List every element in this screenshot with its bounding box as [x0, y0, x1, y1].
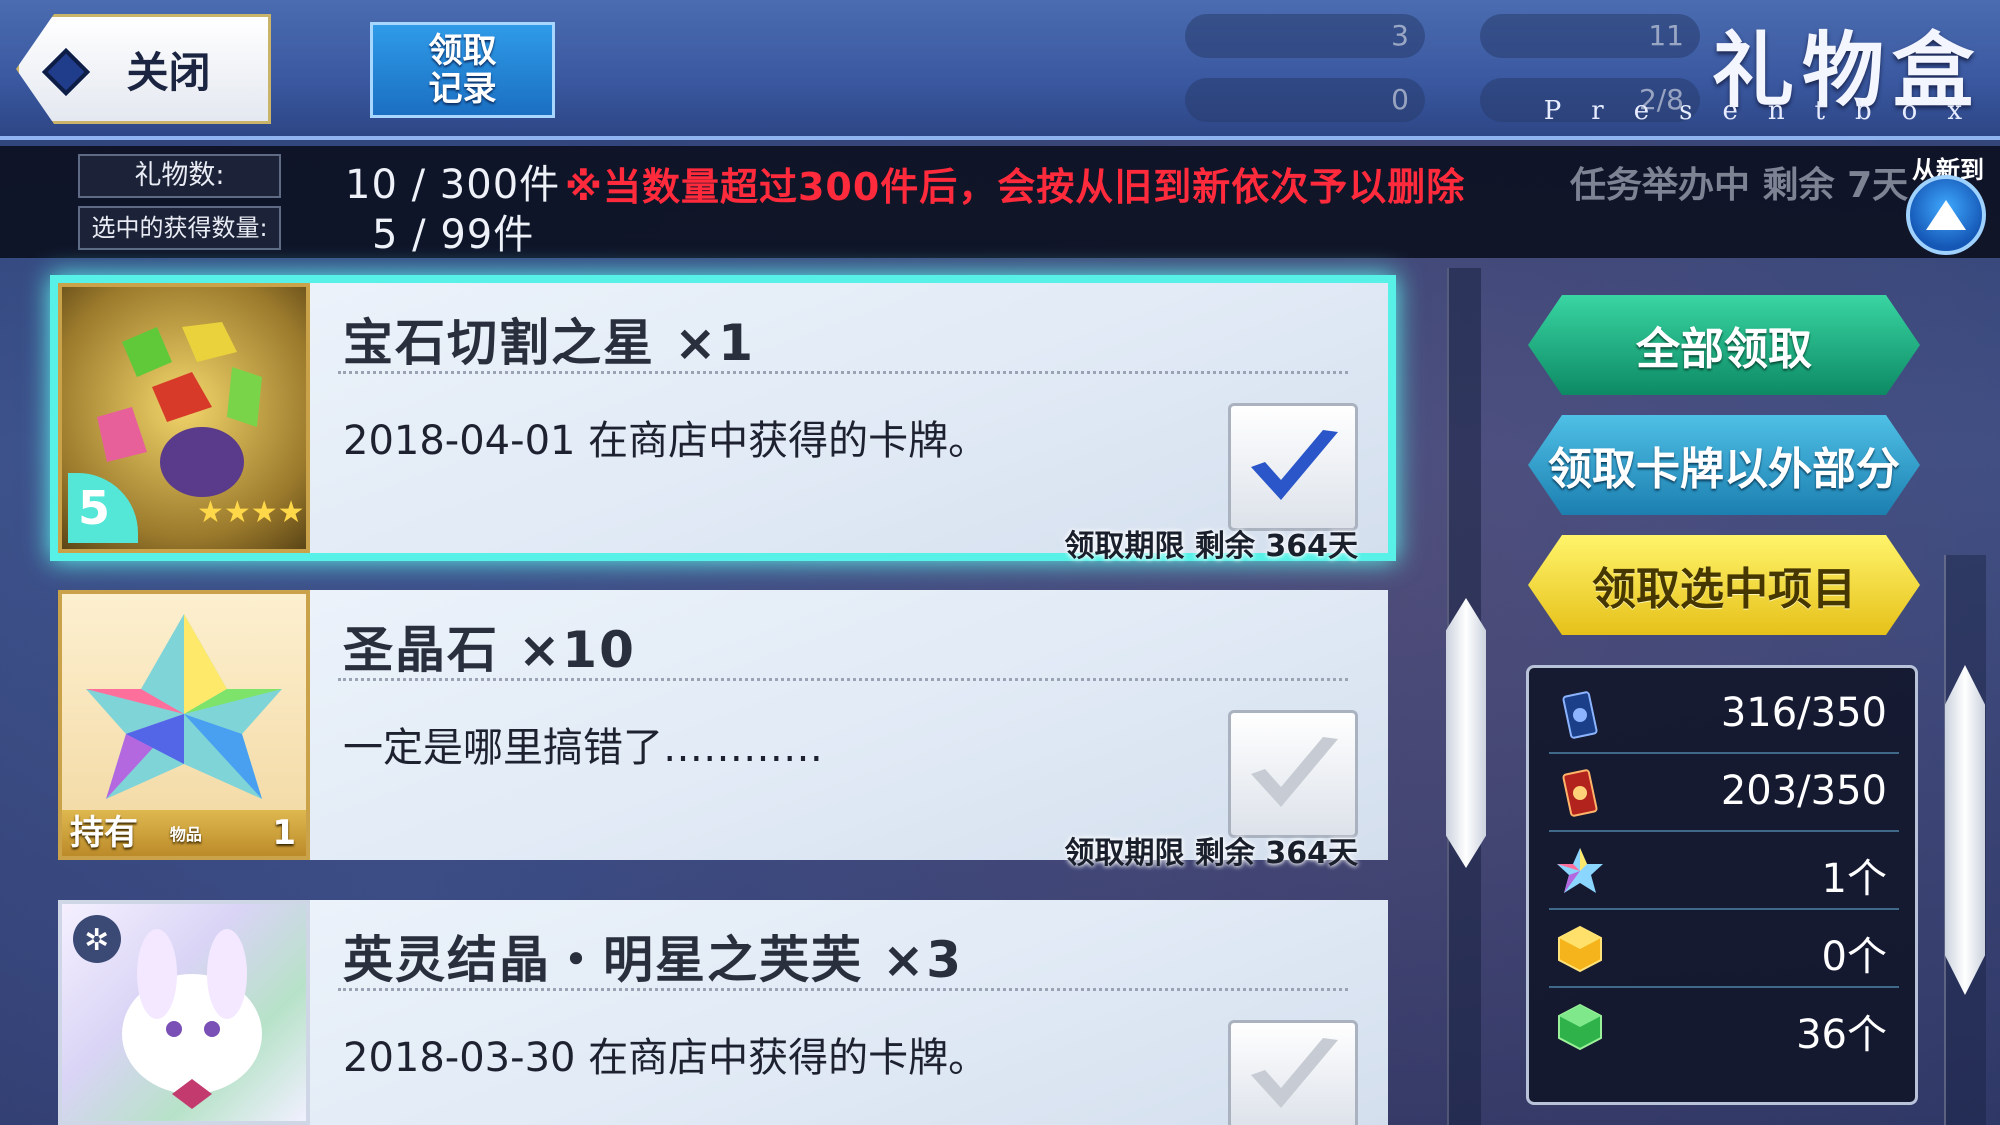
- craft-essence-card-icon: [1562, 769, 1598, 817]
- receive-all-label: 全部领取: [1636, 324, 1812, 375]
- select-checkbox[interactable]: [1228, 1020, 1358, 1125]
- ghost-stat-2: 11: [1480, 14, 1700, 58]
- resource-row: 316/350: [1549, 676, 1899, 754]
- golden-apple-count: 0个: [1821, 934, 1887, 980]
- gift-item[interactable]: ★★★★ 5 宝石切割之星 ×1 2018-04-01 在商店中获得的卡牌。 领…: [50, 275, 1396, 564]
- owned-tag: 物品: [169, 824, 202, 844]
- check-icon: [1251, 737, 1338, 807]
- gift-description: 2018-03-30 在商店中获得的卡牌。: [343, 1035, 989, 1081]
- owned-label: 持有: [70, 813, 138, 853]
- svg-text:★★★★: ★★★★: [197, 495, 305, 530]
- divider: [338, 371, 1348, 374]
- up-arrow-icon: [1926, 200, 1966, 230]
- selected-count-label: 选中的获得数量:: [78, 206, 281, 250]
- receive-selected-label: 领取选中项目: [1592, 564, 1856, 615]
- resource-row: 203/350: [1549, 754, 1899, 832]
- ghost-stat-1: 3: [1185, 14, 1425, 58]
- saint-quartz-count: 1个: [1821, 856, 1887, 902]
- sort-order-button[interactable]: [1906, 175, 1986, 255]
- gift-description: 2018-04-01 在商店中获得的卡牌。: [343, 418, 989, 464]
- golden-apple-icon: [1558, 925, 1602, 973]
- svg-text:✲: ✲: [84, 923, 109, 958]
- saint-quartz-icon: [86, 614, 282, 799]
- gift-item[interactable]: ✲ 英灵结晶・明星之芙芙 ×3 2018-03-30 在商店中获得的卡牌。: [58, 900, 1388, 1125]
- select-checkbox[interactable]: [1228, 710, 1358, 838]
- page-title-en: Presentbox: [1543, 96, 1992, 126]
- side-scroll-thumb[interactable]: [1945, 665, 1985, 995]
- capacity-warning: ※当数量超过300件后，会按从旧到新依次予以删除: [565, 165, 1466, 209]
- receive-non-card-button[interactable]: 领取卡牌以外部分: [1528, 415, 1920, 515]
- resource-row: 1个: [1549, 832, 1899, 910]
- select-checkbox[interactable]: [1228, 403, 1358, 531]
- owned-count: 1: [272, 813, 296, 853]
- close-button-label: 关闭: [126, 47, 211, 97]
- gift-description: 一定是哪里搞错了…………: [343, 725, 823, 771]
- ghost-stat-3: 0: [1185, 78, 1425, 122]
- back-arrow-icon: [41, 47, 91, 97]
- gift-name: 宝石切割之星 ×1: [343, 314, 756, 372]
- selected-count-value: 5 / 99件: [372, 212, 535, 258]
- gift-item[interactable]: 持有 物品 1 圣晶石 ×10 一定是哪里搞错了………… 领取期限 剩余 364…: [58, 590, 1388, 871]
- receive-all-button[interactable]: 全部领取: [1528, 295, 1920, 395]
- resource-row: 36个: [1549, 988, 1899, 1066]
- craft-essence-count: 203/350: [1720, 768, 1887, 814]
- receive-record-label-line1: 领取: [428, 31, 497, 71]
- bronze-apple-count: 36个: [1796, 1012, 1887, 1058]
- close-button[interactable]: 关闭: [16, 14, 271, 124]
- receive-selected-button[interactable]: 领取选中项目: [1528, 535, 1920, 635]
- owned-bar: 持有 物品 1: [62, 810, 306, 856]
- bronze-apple-icon: [1558, 1003, 1602, 1051]
- gift-name: 英灵结晶・明星之芙芙 ×3: [343, 931, 964, 989]
- servant-card-icon: [1562, 691, 1598, 739]
- divider: [338, 678, 1348, 681]
- expire-text: 领取期限 剩余 364天: [1064, 836, 1358, 871]
- divider: [338, 988, 1348, 991]
- receive-non-card-label: 领取卡牌以外部分: [1548, 444, 1900, 495]
- servant-card-count: 316/350: [1720, 690, 1887, 736]
- check-icon: [1251, 1038, 1338, 1108]
- saint-quartz-thumbnail: 持有 物品 1: [58, 590, 310, 860]
- gift-name: 圣晶石 ×10: [343, 621, 636, 679]
- top-bar: 关闭 领取 记录 3 11 0 2/8 礼物盒 Presentbox: [0, 0, 2000, 140]
- resource-row: 0个: [1549, 910, 1899, 988]
- list-scroll-thumb[interactable]: [1446, 598, 1486, 868]
- fou-crystal-thumbnail: ✲: [58, 900, 310, 1125]
- list-scrollbar[interactable]: [1446, 268, 1486, 1125]
- receive-record-button[interactable]: 领取 记录: [370, 22, 555, 118]
- receive-record-label-line2: 记录: [428, 69, 497, 109]
- check-icon: [1251, 430, 1338, 500]
- fou-icon: ✲: [73, 915, 262, 1109]
- event-remaining: 任务举办中 剩余 7天: [1570, 165, 1909, 206]
- saint-quartz-icon: [1557, 848, 1603, 893]
- gift-count-label: 礼物数:: [78, 154, 281, 198]
- info-bar: 礼物数: 10 / 300件 选中的获得数量: 5 / 99件 ※当数量超过30…: [0, 146, 2000, 258]
- gem-star-thumbnail: ★★★★ 5: [58, 283, 310, 553]
- side-scrollbar[interactable]: [1944, 555, 1986, 1125]
- resource-panel: 316/350 203/350 1个 0个 36个: [1526, 665, 1918, 1105]
- expire-text: 领取期限 剩余 364天: [1064, 529, 1358, 564]
